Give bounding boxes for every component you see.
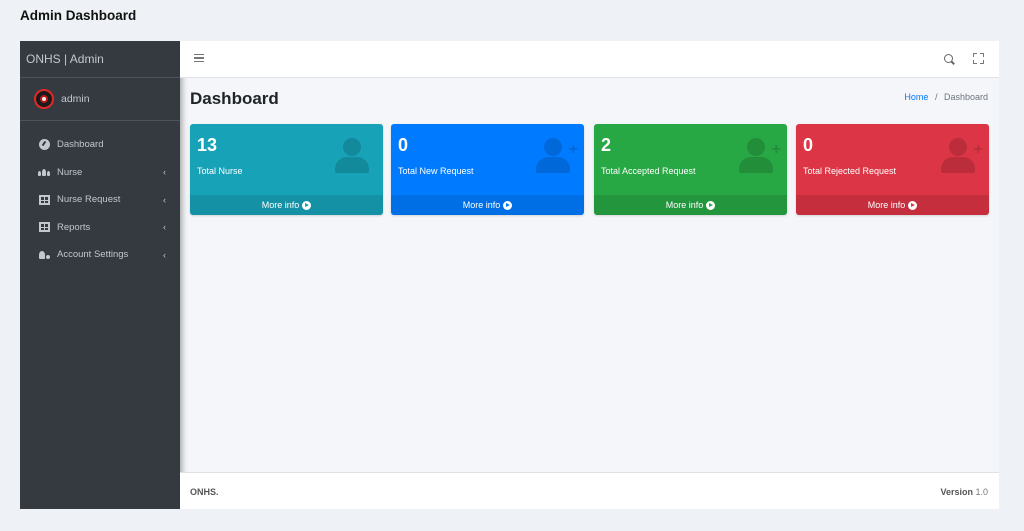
- more-info-link[interactable]: More info: [796, 195, 989, 215]
- more-info-label: More info: [462, 200, 501, 210]
- main-footer: ONHS. Version 1.0: [180, 472, 999, 509]
- arrow-circle-right-icon: [908, 200, 918, 210]
- users-icon: [38, 167, 50, 177]
- sidebar-item-nurse[interactable]: Nurse ‹: [20, 159, 180, 187]
- box-value: 0: [398, 135, 409, 155]
- user-plus-icon: +: [941, 138, 983, 174]
- sidebar-item-label: Account Settings: [57, 249, 129, 261]
- user-icon: [335, 138, 373, 174]
- sidebar-item-label: Dashboard: [57, 139, 104, 151]
- hamburger-menu-icon[interactable]: [194, 54, 204, 62]
- breadcrumb: Home / Dashboard: [904, 92, 988, 102]
- user-cog-icon: [38, 250, 50, 260]
- app-frame: ONHS | Admin admin Dashboard Nurse ‹ Nur…: [20, 41, 999, 509]
- more-info-label: More info: [261, 200, 300, 210]
- footer-version: Version 1.0: [940, 487, 988, 497]
- user-plus-icon: +: [739, 138, 781, 174]
- small-box-total-new-request: 0 Total New Request + More info: [391, 124, 584, 215]
- box-value: 0: [803, 135, 814, 155]
- box-label: Total Rejected Request: [803, 166, 897, 176]
- small-box-total-nurse: 13 Total Nurse More info: [190, 124, 383, 215]
- table-icon: [38, 194, 50, 205]
- breadcrumb-current: Dashboard: [943, 92, 988, 102]
- sidebar-item-dashboard[interactable]: Dashboard: [20, 131, 180, 159]
- user-name[interactable]: admin: [61, 93, 90, 105]
- arrow-circle-right-icon: [706, 200, 716, 210]
- sidebar-item-reports[interactable]: Reports ‹: [20, 214, 180, 242]
- more-info-label: More info: [867, 200, 906, 210]
- more-info-link[interactable]: More info: [391, 195, 584, 215]
- more-info-link[interactable]: More info: [190, 195, 383, 215]
- chevron-left-icon: ‹: [163, 167, 166, 178]
- box-label: Total New Request: [398, 166, 474, 176]
- sidebar-item-nurse-request[interactable]: Nurse Request ‹: [20, 186, 180, 214]
- sidebar-item-account-settings[interactable]: Account Settings ‹: [20, 241, 180, 269]
- page-title: Dashboard: [190, 89, 279, 108]
- tachometer-icon: [38, 139, 50, 151]
- more-info-link[interactable]: More info: [594, 195, 787, 215]
- box-value: 2: [601, 135, 612, 155]
- sidebar-item-label: Nurse Request: [57, 194, 121, 206]
- version-label: Version: [940, 487, 973, 497]
- box-label: Total Nurse: [197, 166, 243, 176]
- sidebar-item-label: Reports: [57, 221, 91, 233]
- footer-brand: ONHS.: [190, 487, 219, 497]
- chevron-left-icon: ‹: [163, 249, 166, 260]
- arrow-circle-right-icon: [503, 200, 513, 210]
- breadcrumb-separator: /: [934, 92, 938, 102]
- sidebar-item-label: Nurse: [57, 166, 83, 178]
- top-navbar: [180, 41, 999, 78]
- sidebar: ONHS | Admin admin Dashboard Nurse ‹ Nur…: [20, 41, 180, 509]
- user-panel[interactable]: admin: [20, 78, 180, 121]
- breadcrumb-home-link[interactable]: Home: [904, 92, 928, 102]
- brand-link[interactable]: ONHS | Admin: [20, 41, 180, 78]
- arrow-circle-right-icon: [302, 200, 312, 210]
- small-box-total-accepted-request: 2 Total Accepted Request + More info: [594, 124, 787, 215]
- box-label: Total Accepted Request: [601, 166, 696, 176]
- box-value: 13: [197, 135, 218, 155]
- search-icon[interactable]: [944, 54, 953, 63]
- version-number: 1.0: [975, 487, 988, 497]
- table-icon: [38, 222, 50, 233]
- small-box-total-rejected-request: 0 Total Rejected Request + More info: [796, 124, 989, 215]
- user-plus-icon: +: [536, 138, 578, 174]
- avatar: [34, 89, 54, 109]
- more-info-label: More info: [665, 200, 704, 210]
- fullscreen-icon[interactable]: [973, 53, 984, 64]
- chevron-left-icon: ‹: [163, 194, 166, 205]
- chevron-left-icon: ‹: [163, 222, 166, 233]
- sidebar-nav: Dashboard Nurse ‹ Nurse Request ‹ Report…: [20, 121, 180, 269]
- page-heading: Admin Dashboard: [20, 8, 137, 23]
